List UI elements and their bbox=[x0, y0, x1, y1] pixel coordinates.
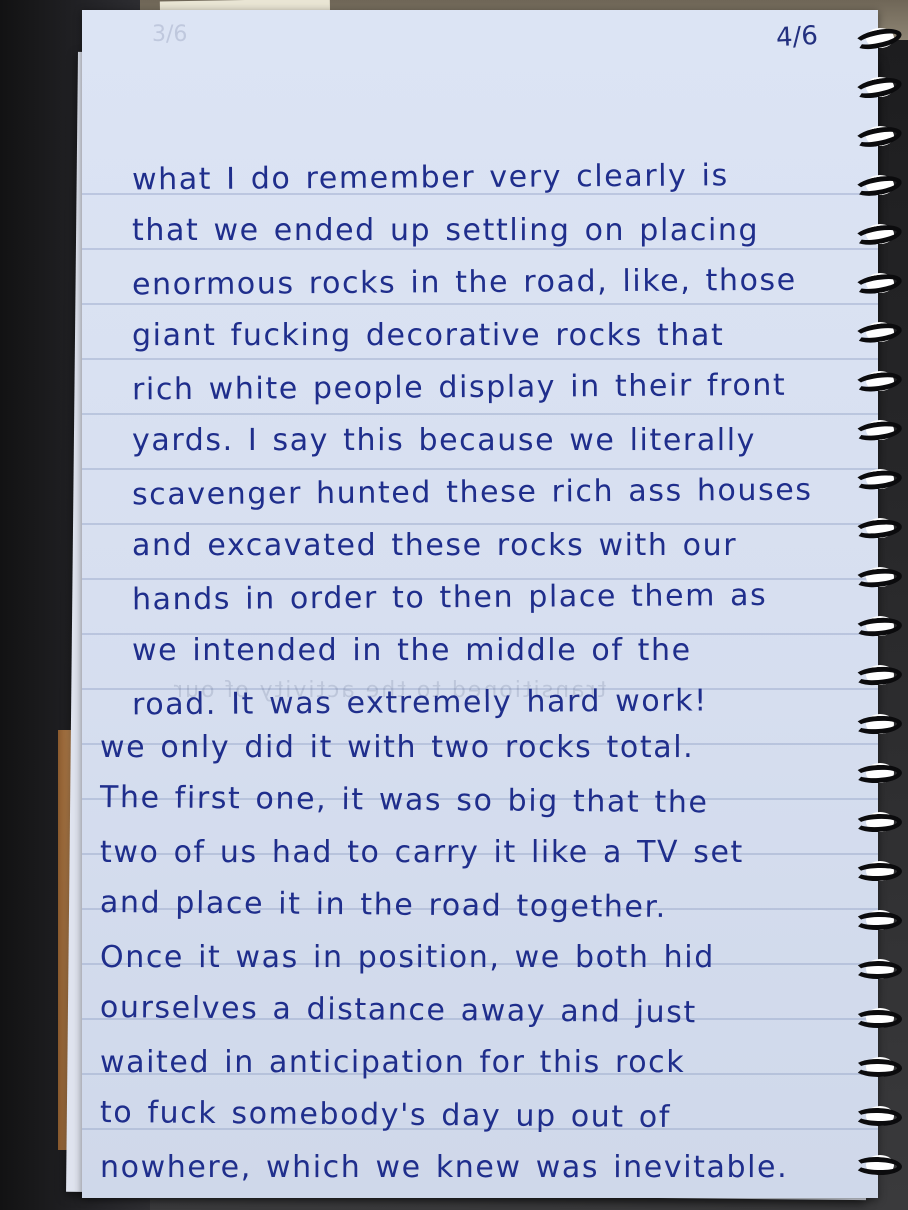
handwritten-line: two of us had to carry it like a TV set bbox=[100, 835, 744, 870]
coil-ring bbox=[853, 468, 903, 492]
coil-ring bbox=[853, 911, 903, 931]
coil-ring bbox=[852, 172, 904, 200]
coil-ring bbox=[853, 714, 903, 736]
paragraph-2: we only did it with two rocks total. The… bbox=[100, 722, 788, 1195]
coil-ring bbox=[852, 222, 904, 248]
handwritten-line: that we ended up settling on placing bbox=[132, 212, 760, 248]
handwritten-line: nowhere, which we knew was inevitable. bbox=[100, 1150, 789, 1185]
handwritten-line: hands in order to then place them as bbox=[131, 577, 768, 618]
paragraph-1: what I do remember very clearly is that … bbox=[132, 152, 813, 730]
handwritten-line: waited in anticipation for this rock bbox=[100, 1045, 686, 1080]
handwritten-line: yards. I say this because we literally bbox=[132, 422, 757, 458]
handwritten-line: and place it in the road together. bbox=[99, 884, 668, 925]
coil-ring bbox=[853, 1156, 903, 1176]
coil-ring bbox=[853, 419, 903, 443]
coil-ring bbox=[853, 763, 903, 785]
handwritten-line: enormous rocks in the road, like, those bbox=[131, 262, 797, 303]
coil-ring bbox=[853, 960, 903, 980]
spiral-binding bbox=[848, 0, 908, 1210]
coil-ring bbox=[852, 25, 904, 53]
coil-ring bbox=[853, 665, 903, 687]
coil-ring bbox=[854, 1010, 902, 1028]
handwritten-line: giant fucking decorative rocks that bbox=[132, 317, 725, 353]
ghost-page-number: 3/6 bbox=[152, 22, 188, 47]
coil-ring bbox=[853, 369, 903, 395]
coil-ring bbox=[853, 517, 903, 541]
coil-ring bbox=[852, 123, 904, 151]
handwritten-line: rich white people display in their front bbox=[131, 367, 787, 408]
coil-ring bbox=[853, 862, 903, 882]
coil-ring bbox=[852, 74, 904, 102]
handwritten-line: to fuck somebody's day up out of bbox=[99, 1094, 672, 1135]
coil-ring bbox=[852, 271, 904, 297]
handwritten-line: we intended in the middle of the bbox=[132, 632, 692, 668]
photo-scene: 3/6 transitioned to the activity of our … bbox=[0, 0, 908, 1210]
handwritten-line: scavenger hunted these rich ass houses bbox=[131, 472, 813, 513]
coil-ring bbox=[853, 1058, 903, 1078]
handwritten-line: what I do remember very clearly is bbox=[131, 158, 729, 198]
handwritten-line: we only did it with two rocks total. bbox=[100, 730, 695, 765]
coil-ring bbox=[852, 320, 904, 346]
coil-ring bbox=[853, 813, 903, 833]
page-number: 4/6 bbox=[775, 20, 819, 54]
notebook-page: 3/6 transitioned to the activity of our … bbox=[82, 10, 878, 1198]
coil-ring bbox=[853, 1107, 903, 1127]
coil-ring bbox=[853, 566, 903, 590]
coil-ring bbox=[853, 616, 903, 638]
handwritten-line: ourselves a distance away and just bbox=[99, 989, 697, 1030]
handwritten-line: and excavated these rocks with our bbox=[132, 527, 738, 563]
handwritten-line: Once it was in position, we both hid bbox=[100, 940, 715, 975]
handwritten-line: The first one, it was so big that the bbox=[99, 779, 709, 820]
